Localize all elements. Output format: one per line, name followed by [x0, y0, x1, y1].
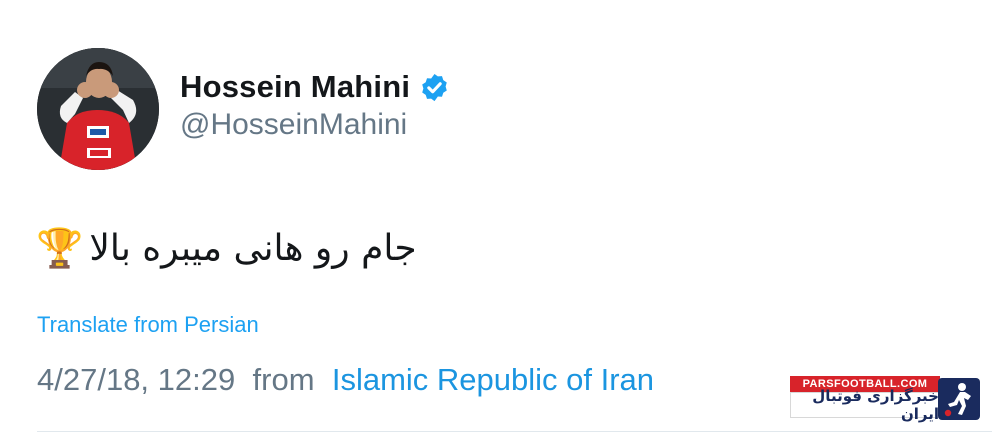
watermark-logo: PARSFOOTBALL.COM خبرگزاری فوتبال ایران	[790, 376, 980, 423]
avatar-photo	[37, 48, 159, 170]
trophy-icon: 🏆	[36, 225, 84, 270]
profile-avatar[interactable]	[37, 48, 159, 170]
translate-link[interactable]: Translate from Persian	[37, 312, 259, 338]
user-handle[interactable]: @HosseinMahini	[180, 108, 407, 142]
tweet-text: جام رو هانی میبره بالا	[89, 227, 417, 269]
tweet-card: Hossein Mahini @HosseinMahini 🏆 جام رو ه…	[0, 0, 992, 439]
footballer-logo-icon	[938, 378, 980, 420]
location-link[interactable]: Islamic Republic of Iran	[332, 362, 654, 397]
from-label: from	[252, 362, 315, 397]
tweet-meta: 4/27/18, 12:29 from Islamic Republic of …	[37, 362, 654, 398]
tweet-timestamp[interactable]: 4/27/18, 12:29	[37, 362, 235, 397]
display-name[interactable]: Hossein Mahini	[180, 69, 410, 105]
watermark-tagline: خبرگزاری فوتبال ایران	[790, 387, 940, 423]
divider	[37, 431, 992, 432]
verified-badge-icon	[419, 72, 450, 103]
display-name-row: Hossein Mahini	[180, 66, 450, 108]
tweet-body: 🏆 جام رو هانی میبره بالا	[36, 220, 417, 276]
